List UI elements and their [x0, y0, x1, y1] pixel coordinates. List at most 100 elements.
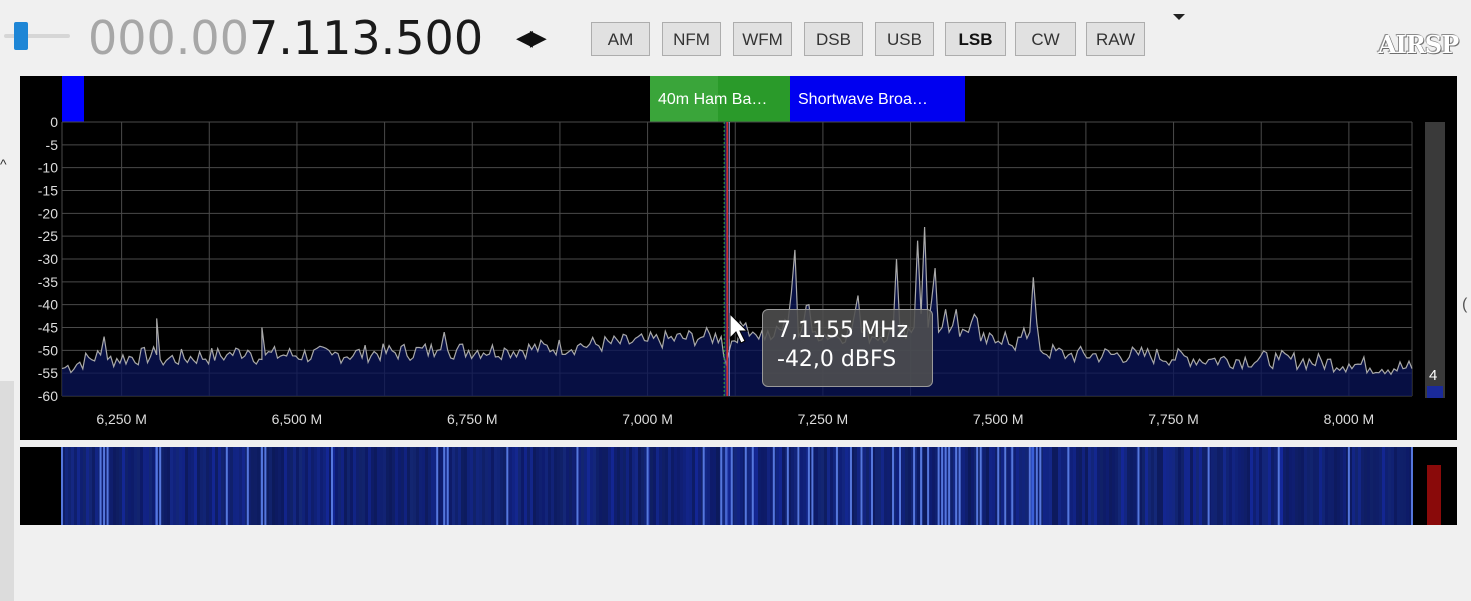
waterfall-signal — [955, 447, 958, 525]
waterfall-column — [1049, 447, 1052, 525]
mode-raw-button[interactable]: RAW — [1086, 22, 1145, 56]
waterfall-column — [350, 447, 353, 525]
waterfall-column — [881, 447, 884, 525]
waterfall-column — [962, 447, 965, 525]
waterfall-column — [488, 447, 491, 525]
waterfall-column — [1229, 447, 1232, 525]
mode-am-button[interactable]: AM — [591, 22, 650, 56]
waterfall-column — [365, 447, 368, 525]
waterfall-signal — [159, 447, 162, 525]
waterfall-column — [875, 447, 878, 525]
waterfall-column — [452, 447, 455, 525]
waterfall-signal — [979, 447, 982, 525]
waterfall-column — [191, 447, 194, 525]
mode-dsb-button[interactable]: DSB — [804, 22, 863, 56]
waterfall-column — [524, 447, 527, 525]
dropdown-caret-icon[interactable] — [1173, 14, 1185, 20]
mode-wfm-button[interactable]: WFM — [733, 22, 792, 56]
waterfall-column — [1340, 447, 1343, 525]
waterfall-column — [1019, 447, 1022, 525]
waterfall-column — [1043, 447, 1046, 525]
waterfall-column — [863, 447, 866, 525]
waterfall-column — [1268, 447, 1271, 525]
waterfall-column — [182, 447, 185, 525]
frequency-display[interactable]: 000.007.113.500 — [88, 8, 483, 68]
level-slider-track[interactable] — [1425, 122, 1445, 398]
waterfall-column — [374, 447, 377, 525]
waterfall-column — [239, 447, 242, 525]
waterfall-display[interactable] — [20, 447, 1457, 525]
waterfall-column — [971, 447, 974, 525]
mode-lsb-button[interactable]: LSB — [945, 22, 1006, 56]
waterfall-column — [1316, 447, 1319, 525]
y-tick-label: -60 — [38, 388, 58, 404]
waterfall-column — [494, 447, 497, 525]
waterfall-column — [530, 447, 533, 525]
waterfall-signal — [772, 447, 775, 525]
waterfall-column — [305, 447, 308, 525]
volume-slider-thumb[interactable] — [14, 22, 28, 50]
band-label[interactable]: Shortwave Broa… — [798, 91, 928, 108]
waterfall-column — [440, 447, 443, 525]
waterfall-column — [1016, 447, 1019, 525]
waterfall-column — [1070, 447, 1073, 525]
waterfall-column — [653, 447, 656, 525]
waterfall-column — [791, 447, 794, 525]
frequency-active-digits[interactable]: 7.113.500 — [249, 11, 483, 65]
mode-usb-button[interactable]: USB — [875, 22, 934, 56]
waterfall-column — [290, 447, 293, 525]
waterfall-column — [950, 447, 953, 525]
waterfall-column — [623, 447, 626, 525]
waterfall-column — [1133, 447, 1136, 525]
y-tick-label: -30 — [38, 251, 58, 267]
waterfall-column — [1220, 447, 1223, 525]
waterfall-column — [1283, 447, 1286, 525]
waterfall-column — [209, 447, 212, 525]
waterfall-column — [635, 447, 638, 525]
waterfall-column — [866, 447, 869, 525]
waterfall-column — [1178, 447, 1181, 525]
waterfall-column — [308, 447, 311, 525]
level-slider-fill[interactable] — [1427, 386, 1443, 398]
waterfall-signal — [1067, 447, 1070, 525]
waterfall-column — [200, 447, 203, 525]
waterfall-column — [476, 447, 479, 525]
waterfall-column — [341, 447, 344, 525]
y-tick-label: -55 — [38, 365, 58, 381]
band-label[interactable]: 40m Ham Ba… — [658, 91, 767, 108]
waterfall-column — [740, 447, 743, 525]
waterfall-column — [1406, 447, 1409, 525]
waterfall-column — [1145, 447, 1148, 525]
x-tick-label: 6,500 M — [272, 411, 323, 427]
waterfall-column — [92, 447, 95, 525]
mode-cw-button[interactable]: CW — [1015, 22, 1076, 56]
waterfall-column — [395, 447, 398, 525]
waterfall-column — [230, 447, 233, 525]
mode-nfm-button[interactable]: NFM — [662, 22, 721, 56]
y-tick-label: -10 — [38, 160, 58, 176]
waterfall-column — [713, 447, 716, 525]
tooltip-frequency: 7,1155 MHz — [777, 318, 909, 343]
waterfall-column — [170, 447, 173, 525]
waterfall-column — [644, 447, 647, 525]
waterfall-column — [176, 447, 179, 525]
waterfall-column — [1385, 447, 1388, 525]
waterfall-column — [545, 447, 548, 525]
left-panel-scroll[interactable] — [0, 381, 14, 601]
waterfall-column — [419, 447, 422, 525]
waterfall-column — [392, 447, 395, 525]
waterfall-column — [359, 447, 362, 525]
waterfall-column — [1394, 447, 1397, 525]
waterfall-column — [470, 447, 473, 525]
spectrum-svg[interactable]: Shortwave Broa… 40m Ham Ba… 0 -5 -10 -15 -20 -… — [20, 76, 1457, 440]
collapse-chevron-icon[interactable]: ^ — [0, 156, 7, 172]
frequency-leading-digits[interactable]: 000.00 — [88, 11, 249, 65]
waterfall-column — [1223, 447, 1226, 525]
spectrum-analyzer[interactable]: Shortwave Broa… 40m Ham Ba… 0 -5 -10 -15 -20 -… — [20, 76, 1457, 440]
waterfall-column — [656, 447, 659, 525]
waterfall-column — [413, 447, 416, 525]
waterfall-column — [323, 447, 326, 525]
step-arrows-icon[interactable]: ◀▶ — [516, 26, 547, 51]
waterfall-column — [1259, 447, 1262, 525]
waterfall-column — [665, 447, 668, 525]
